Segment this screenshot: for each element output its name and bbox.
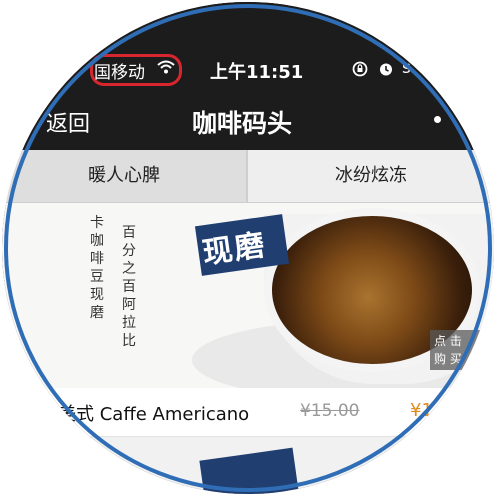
sale-price: ¥1 bbox=[410, 400, 433, 421]
magnifier-lens: 国移动 上午11:51 s 返回 咖啡码头 暖人心脾 冰纷炫冻 卡咖啡豆现磨 百… bbox=[2, 2, 494, 494]
status-battery: s bbox=[402, 58, 411, 78]
original-price: ¥15.00 bbox=[300, 401, 360, 421]
status-bar: 国移动 上午11:51 s bbox=[2, 2, 494, 98]
tab-iced[interactable]: 冰纷炫冻 bbox=[248, 150, 494, 202]
fresh-ground-stamp-text: 现磨 bbox=[200, 227, 269, 272]
buy-overlay-label: 点 击 购 买 bbox=[434, 334, 462, 366]
page-title: 咖啡码头 bbox=[192, 109, 293, 138]
wifi-icon bbox=[157, 60, 175, 74]
poem-line-1: 卡咖啡豆现磨 bbox=[90, 215, 104, 321]
status-time: 上午11:51 bbox=[210, 62, 304, 83]
alarm-clock-icon bbox=[380, 63, 392, 76]
product-name: 美式 Caffe Americano bbox=[58, 404, 250, 425]
poem-line-2: 百分之百阿拉比 bbox=[122, 225, 136, 349]
rotation-lock-icon bbox=[352, 61, 368, 77]
navigation-bar: 返回 咖啡码头 bbox=[2, 94, 494, 150]
tab-warm[interactable]: 暖人心脾 bbox=[2, 150, 246, 202]
back-button[interactable]: 返回 bbox=[46, 106, 90, 138]
category-tabs: 暖人心脾 冰纷炫冻 bbox=[2, 150, 494, 203]
carrier-name: 国移动 bbox=[94, 63, 145, 83]
more-menu-icon[interactable] bbox=[434, 116, 441, 123]
product-info-row[interactable]: 美式 Caffe Americano ¥15.00 ¥1 bbox=[2, 388, 494, 437]
